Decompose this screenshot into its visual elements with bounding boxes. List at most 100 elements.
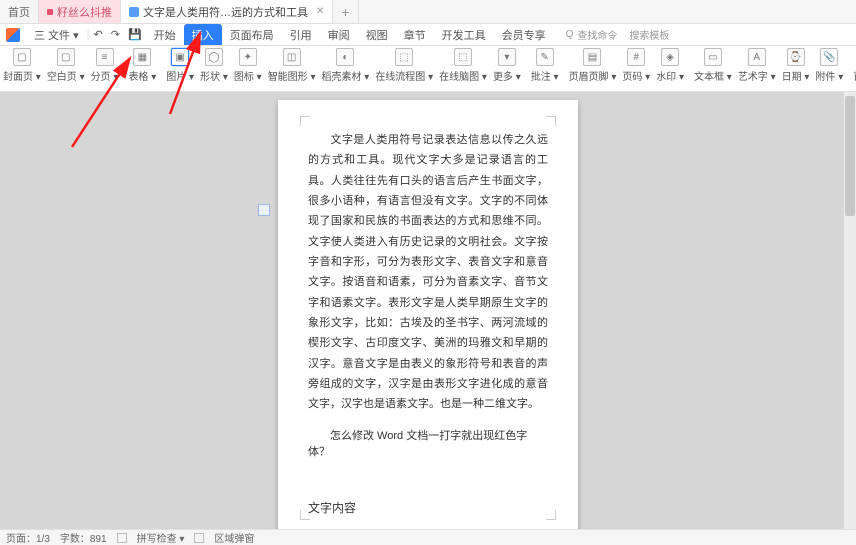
search-alt: 搜索模板 [629, 27, 669, 42]
vertical-scrollbar[interactable] [844, 92, 856, 529]
ribbon-图片[interactable]: ▣ 图片 ▾ [163, 48, 197, 83]
status-area[interactable]: 区域弹窗 [214, 530, 254, 545]
封面页-icon: ▢ [13, 48, 31, 66]
tab-pink-icon [47, 9, 53, 15]
document-question-text[interactable]: 怎么修改 Word 文档一打字就出现红色字体？ [308, 427, 548, 459]
ribbon-表格[interactable]: ▦ 表格 ▾ [125, 48, 159, 83]
title-bar: 首页 籽丝么抖推 文字是人类用符…远的方式和工具 ✕ + [0, 0, 856, 24]
ribbon-label: 附件 ▾ [815, 68, 843, 83]
status-spell[interactable]: 拼写检查 ▾ [137, 530, 185, 545]
menu-bar: 三 文件 ▾ | ↶ ↷ 💾 开始插入页面布局引用审阅视图章节开发工具会员专享 … [0, 24, 856, 46]
ribbon-封面页[interactable]: ▢ 封面页 ▾ [0, 48, 44, 83]
tab-document[interactable]: 文字是人类用符…远的方式和工具 ✕ [121, 0, 333, 23]
status-spell-icon[interactable] [117, 533, 127, 543]
页眉页脚-icon: ▤ [583, 48, 601, 66]
在线流程图-icon: ⬚ [395, 48, 413, 66]
分页-icon: ≡ [96, 48, 114, 66]
menu-tab-2[interactable]: 页面布局 [222, 24, 282, 45]
command-search[interactable]: Q 查找命令 搜索模板 [566, 27, 670, 42]
tab-new[interactable]: + [333, 0, 358, 23]
ribbon-更多[interactable]: ▾更多 ▾ [490, 48, 524, 83]
附件-icon: 📎 [820, 48, 838, 66]
ribbon-水印[interactable]: ◈水印 ▾ [653, 48, 687, 83]
tab-pink-label: 籽丝么抖推 [57, 4, 112, 20]
ribbon-分页[interactable]: ≡分页 ▾ [88, 48, 122, 83]
水印-icon: ◈ [661, 48, 679, 66]
ribbon-label: 智能图形 ▾ [268, 68, 316, 83]
ribbon-toolbar: ▢ 封面页 ▾ ▢ 空白页 ▾≡分页 ▾ ▦ 表格 ▾ ▣ 图片 ▾◯形状 ▾✦图标 ▾◫智能… [0, 46, 856, 92]
ribbon-label: 更多 ▾ [493, 68, 521, 83]
ribbon-附件[interactable]: 📎 附件 ▾ [812, 48, 846, 83]
menu-undo[interactable]: ↶ [90, 25, 107, 44]
ribbon-label: 艺术字 ▾ [738, 68, 776, 83]
ribbon-label: 图标 ▾ [234, 68, 262, 83]
ribbon-智能图形[interactable]: ◫智能图形 ▾ [265, 48, 319, 83]
app-logo-icon [6, 28, 20, 42]
search-hint: 查找命令 [577, 27, 617, 42]
menu-tab-7[interactable]: 开发工具 [434, 24, 494, 45]
document-body-text[interactable]: 文字是人类用符号记录表达信息以传之久远的方式和工具。现代文字大多是记录语言的工具… [308, 130, 548, 415]
ribbon-批注[interactable]: ✎ 批注 ▾ [528, 48, 562, 83]
search-icon: Q [566, 29, 574, 40]
margin-corner-icon [546, 116, 556, 126]
图片-icon: ▣ [171, 48, 189, 66]
menu-tab-0[interactable]: 开始 [146, 24, 184, 45]
menu-tab-1[interactable]: 插入 [184, 24, 222, 45]
ribbon-label: 批注 ▾ [531, 68, 559, 83]
ribbon-形状[interactable]: ◯形状 ▾ [197, 48, 231, 83]
menu-save[interactable]: 💾 [124, 25, 146, 44]
ribbon-label: 封面页 ▾ [3, 68, 41, 83]
日期-icon: ⌚ [787, 48, 805, 66]
tab-document-label: 文字是人类用符…远的方式和工具 [143, 4, 308, 20]
页码-icon: # [627, 48, 645, 66]
ribbon-图标[interactable]: ✦图标 ▾ [231, 48, 265, 83]
document-subheading[interactable]: 文字内容 [308, 499, 548, 516]
menu-file[interactable]: 三 文件 ▾ [26, 24, 87, 46]
ribbon-文本框[interactable]: ▭ 文本框 ▾ [691, 48, 735, 83]
status-bar: 页面：1/3 字数：891 拼写检查 ▾ 区域弹窗 [0, 529, 856, 545]
menu-tab-6[interactable]: 章节 [396, 24, 434, 45]
ribbon-label: 图片 ▾ [166, 68, 194, 83]
status-page: 页面：1/3 [6, 530, 50, 545]
ribbon-空白页[interactable]: ▢ 空白页 ▾ [44, 48, 88, 83]
批注-icon: ✎ [536, 48, 554, 66]
ribbon-在线脑图[interactable]: ⬚ 在线脑图 ▾ [436, 48, 490, 83]
ribbon-稻壳素材[interactable]: ◐稻壳素材 ▾ [319, 48, 373, 83]
ribbon-label: 文本框 ▾ [694, 68, 732, 83]
ribbon-页眉页脚[interactable]: ▤ 页眉页脚 ▾ [566, 48, 620, 83]
menu-tab-8[interactable]: 会员专享 [494, 24, 554, 45]
menu-tab-5[interactable]: 视图 [358, 24, 396, 45]
ribbon-首字下沉[interactable]: A首字下沉 ▾ [850, 48, 856, 83]
ribbon-label: 表格 ▾ [128, 68, 156, 83]
ribbon-在线流程图[interactable]: ⬚在线流程图 ▾ [372, 48, 436, 83]
艺术字-icon: A [748, 48, 766, 66]
document-workspace[interactable]: 文字是人类用符号记录表达信息以传之久远的方式和工具。现代文字大多是记录语言的工具… [0, 92, 856, 529]
ribbon-label: 在线脑图 ▾ [439, 68, 487, 83]
文本框-icon: ▭ [704, 48, 722, 66]
doc-icon [129, 7, 139, 17]
plus-icon: + [341, 4, 349, 20]
ribbon-label: 形状 ▾ [200, 68, 228, 83]
status-area-icon[interactable] [194, 533, 204, 543]
tab-pink[interactable]: 籽丝么抖推 [39, 0, 121, 23]
ribbon-艺术字[interactable]: A 艺术字 ▾ [735, 48, 779, 83]
表格-icon: ▦ [133, 48, 151, 66]
ribbon-label: 空白页 ▾ [47, 68, 85, 83]
tab-home[interactable]: 首页 [0, 0, 39, 23]
tab-close-icon[interactable]: ✕ [316, 6, 324, 17]
ribbon-label: 日期 ▾ [782, 68, 810, 83]
空白页-icon: ▢ [57, 48, 75, 66]
margin-corner-icon [546, 510, 556, 520]
ribbon-label: 页眉页脚 ▾ [569, 68, 617, 83]
在线脑图-icon: ⬚ [454, 48, 472, 66]
menu-tab-3[interactable]: 引用 [282, 24, 320, 45]
ribbon-label: 稻壳素材 ▾ [322, 68, 370, 83]
status-words: 字数：891 [60, 530, 107, 545]
scrollbar-thumb[interactable] [845, 96, 855, 216]
ribbon-日期[interactable]: ⌚ 日期 ▾ [779, 48, 813, 83]
ribbon-label: 页码 ▾ [622, 68, 650, 83]
menu-tab-4[interactable]: 审阅 [320, 24, 358, 45]
menu-redo[interactable]: ↷ [107, 25, 124, 44]
side-marker-icon [258, 204, 270, 216]
ribbon-页码[interactable]: # 页码 ▾ [619, 48, 653, 83]
